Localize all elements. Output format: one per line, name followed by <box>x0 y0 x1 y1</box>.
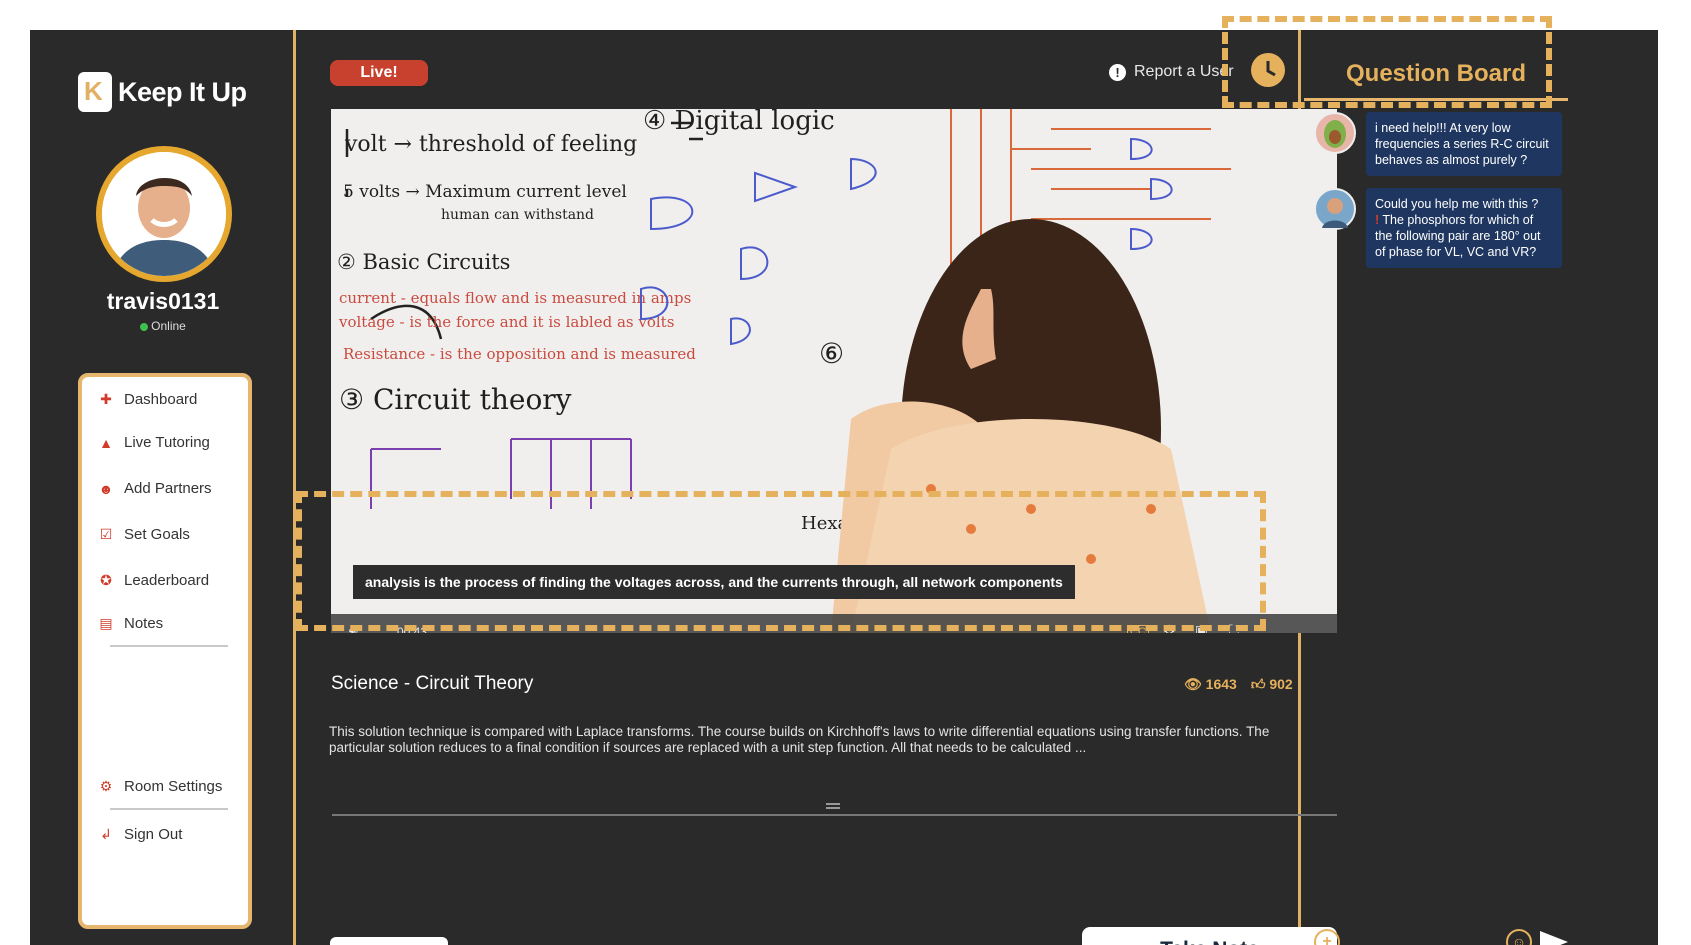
report-label: Report a User <box>1134 63 1234 80</box>
emoji-icon[interactable]: ☺ <box>1506 929 1532 945</box>
sidebar-item-sign-out[interactable]: ↲ Sign Out <box>98 826 182 843</box>
views-value: 1643 <box>1205 676 1237 692</box>
alert-icon: ! <box>1109 63 1126 81</box>
avocado-icon <box>1324 120 1346 148</box>
sidebar-item-set-goals[interactable]: ☑ Set Goals <box>98 526 190 543</box>
svg-text:human can withstand: human can withstand <box>441 207 594 223</box>
take-note-button[interactable]: Take Note <box>1082 927 1337 945</box>
add-attachment-icon[interactable]: + <box>1314 929 1340 945</box>
views-count: 👁︎ 1643 <box>1184 676 1237 693</box>
logo: Keep It Up <box>78 72 247 112</box>
sidebar-item-room-settings[interactable]: ⚙ Room Settings <box>98 778 223 795</box>
svg-text:② Basic Circuits: ② Basic Circuits <box>337 250 510 274</box>
thumbs-up-icon: 👍︎ <box>1250 676 1266 692</box>
graduation-cap-icon: ▲ <box>99 434 113 451</box>
question-bubble: Could you help me with this ? ! The phos… <box>1366 188 1562 268</box>
video-description: This solution technique is compared with… <box>329 724 1270 755</box>
person-avatar <box>1314 188 1356 230</box>
puzzle-icon: ✚ <box>100 391 112 407</box>
question-head: Could you help me with this ? <box>1375 197 1539 211</box>
gear-icon: ⚙ <box>99 778 113 794</box>
sidebar-item-label: Set Goals <box>124 526 190 543</box>
person-icon <box>1322 198 1348 228</box>
status-label: Online <box>151 319 186 333</box>
video-title: Science - Circuit Theory <box>331 673 534 694</box>
svg-text:③ Circuit theory: ③ Circuit theory <box>339 383 572 416</box>
sidebar-item-label: Dashboard <box>124 391 198 408</box>
sidebar: Keep It Up travis0131 Online ✚ Dashboard <box>30 30 296 945</box>
brand-name: Keep It Up <box>118 76 247 107</box>
likes-count[interactable]: 👍︎ 902 <box>1251 676 1293 693</box>
svg-text:5 volts → Maximum current leve: 5 volts → Maximum current level <box>343 182 627 202</box>
sidebar-item-dashboard[interactable]: ✚ Dashboard <box>98 391 197 408</box>
svg-text:voltage - is the force and it: voltage - is the force and it is labled … <box>338 313 674 331</box>
online-dot-icon <box>140 322 149 331</box>
sidebar-item-live-tutoring[interactable]: ▲ Live Tutoring <box>98 434 210 451</box>
username: travis0131 <box>106 288 220 314</box>
person-avatar-icon <box>102 152 226 276</box>
avatar[interactable] <box>96 146 232 282</box>
video-stats: 👁︎ 1643 👍︎ 902 <box>1184 676 1293 693</box>
question-item[interactable]: i need help!!! At very low frequencies a… <box>1314 112 1562 176</box>
clipboard-icon: ▤ <box>99 615 113 631</box>
live-button[interactable]: Live! <box>330 60 428 86</box>
sidebar-item-label: Notes <box>124 615 164 632</box>
avocado-avatar <box>1314 112 1356 154</box>
main-area: Live! ! Report a User volt → threshold o… <box>299 30 1337 945</box>
nav-menu: ✚ Dashboard ▲ Live Tutoring ☻ Add Partne… <box>78 373 252 929</box>
app-window: Keep It Up travis0131 Online ✚ Dashboard <box>30 30 1658 945</box>
menu-divider <box>110 808 228 810</box>
menu-divider <box>110 645 228 647</box>
sidebar-item-add-partners[interactable]: ☻ Add Partners <box>98 480 212 497</box>
eye-icon: 👁︎ <box>1184 676 1202 692</box>
highlight-video-controls <box>296 491 1266 631</box>
sidebar-item-notes[interactable]: ▤ Notes <box>98 615 163 632</box>
svg-text:volt → threshold of feeling: volt → threshold of feeling <box>344 132 637 157</box>
svg-text:Resistance - is the opposition: Resistance - is the opposition and is me… <box>343 345 696 363</box>
leave-room-button[interactable]: Leave Room <box>330 937 448 945</box>
sidebar-item-label: Leaderboard <box>124 572 210 589</box>
question-bubble: i need help!!! At very low frequencies a… <box>1366 112 1562 176</box>
highlight-question-board-title <box>1222 16 1552 108</box>
sidebar-item-label: Live Tutoring <box>124 434 210 451</box>
svg-text:current - equals flow and is m: current - equals flow and is measured in… <box>339 289 691 307</box>
content-divider <box>332 814 1337 816</box>
message-composer: + ☺ <box>1314 928 1568 945</box>
add-user-icon: ☻ <box>98 480 114 497</box>
likes-value: 902 <box>1269 676 1293 692</box>
checkbox-icon: ☑ <box>99 526 113 542</box>
question-board: Question Board i need help!!! At very lo… <box>1304 30 1658 945</box>
online-status: Online <box>30 319 296 333</box>
sidebar-item-label: Sign Out <box>124 826 183 843</box>
question-item[interactable]: Could you help me with this ? ! The phos… <box>1314 188 1562 268</box>
sign-out-icon: ↲ <box>100 826 112 842</box>
medal-icon: ✪ <box>100 572 112 588</box>
svg-text:④ Digital logic: ④ Digital logic <box>643 109 835 136</box>
send-icon[interactable] <box>1540 931 1568 945</box>
svg-text:⑥: ⑥ <box>819 337 844 370</box>
resize-handle-icon[interactable] <box>826 803 840 805</box>
report-user-link[interactable]: ! Report a User <box>1109 63 1234 81</box>
sidebar-item-label: Add Partners <box>124 480 212 497</box>
sidebar-item-label: Room Settings <box>124 778 223 795</box>
logo-badge-icon <box>78 72 112 112</box>
sidebar-item-leaderboard[interactable]: ✪ Leaderboard <box>98 572 209 589</box>
question-body: The phosphors for which of the following… <box>1375 213 1541 259</box>
